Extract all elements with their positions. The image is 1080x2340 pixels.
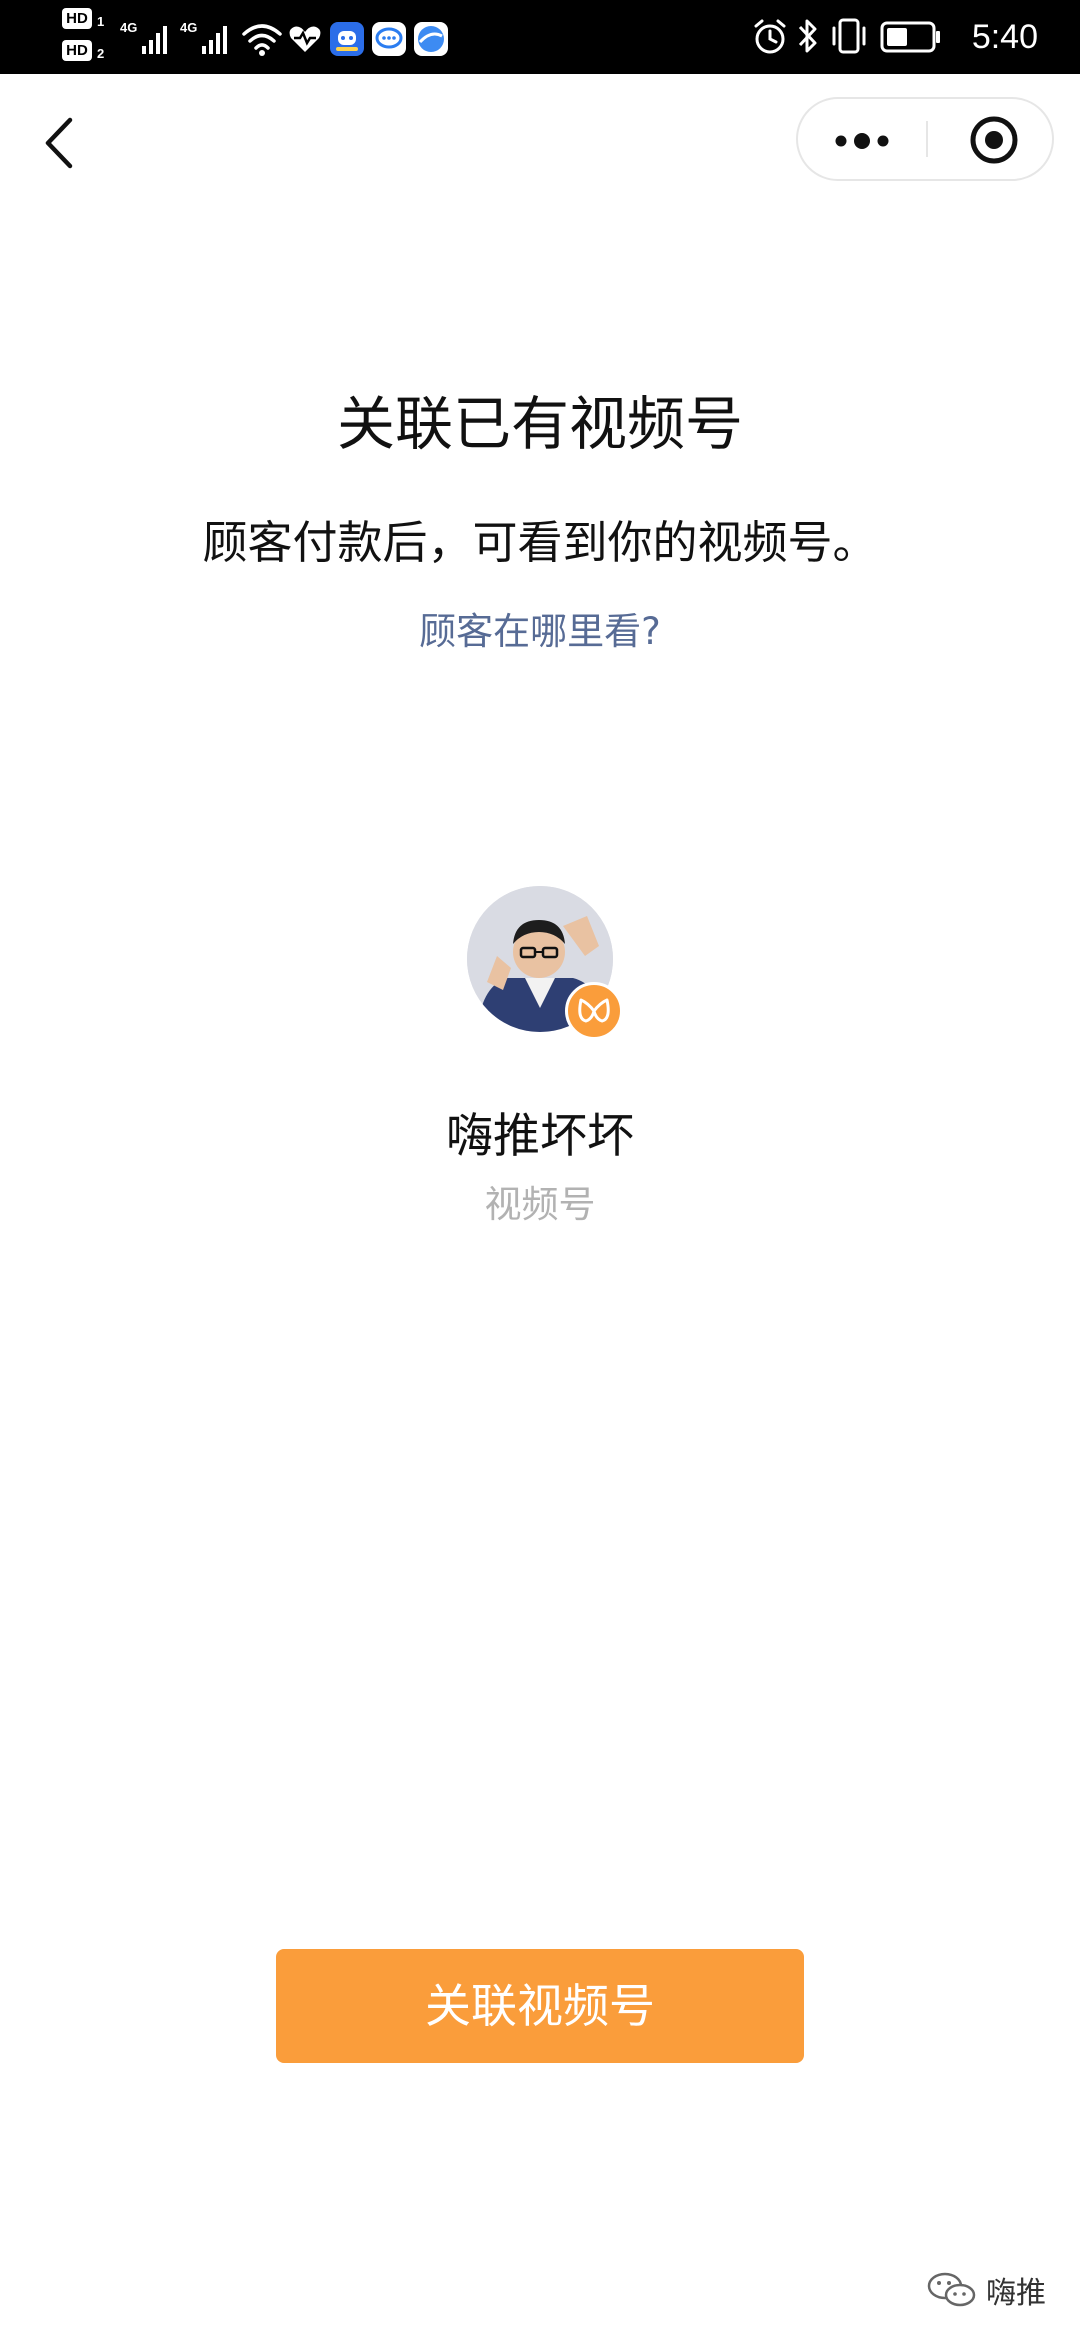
chat-icon [372,22,406,56]
more-button[interactable] [798,99,926,179]
status-bar: HD 1 HD 2 4G 4G 5:40 [0,0,1080,74]
app-icon-1 [330,22,364,56]
account-type: 视频号 [484,1183,596,1226]
battery-icon [880,21,940,53]
signal-bars-icon [142,26,167,54]
page-title: 关联已有视频号 [336,390,743,458]
health-icon [289,26,321,52]
signal-1: 4G [120,16,176,60]
mini-program-capsule [796,97,1054,181]
signal-2: 4G [180,16,236,60]
watermark: 嗨推 [926,2266,1046,2314]
hd-badge-1-num: 1 [97,14,105,29]
robot-icon [336,31,358,51]
channels-badge [565,982,623,1040]
status-time: 5:40 [971,18,1038,56]
link-channel-button[interactable]: 关联视频号 [276,1949,804,2063]
browser-icon [414,22,448,56]
close-button[interactable] [928,99,1052,179]
chevron-left-icon [45,117,73,169]
target-close-icon [970,116,1018,164]
back-button[interactable] [30,108,90,178]
screen: HD 1 HD 2 4G 4G 5:40 关联已有视频号 顾客付款后，可看到你的… [0,0,1080,2340]
hd-badge-2: HD [62,40,92,61]
hd-badge-2-num: 2 [97,46,105,61]
page-subtitle: 顾客付款后，可看到你的视频号。 [202,516,878,569]
vibrate-icon [832,18,866,54]
signal-bars-icon [202,26,227,54]
more-dots-icon [835,133,889,149]
channels-butterfly-icon [578,998,610,1023]
bluetooth-icon [798,19,817,53]
chat-bubble-icon [375,27,403,49]
watermark-text: 嗨推 [986,2276,1046,2311]
wifi-icon [242,24,282,56]
wechat-icon [927,2272,976,2307]
hd-indicators: HD 1 HD 2 [62,8,114,68]
globe-icon [418,26,444,52]
hd-badge-1: HD [62,8,92,29]
account-name: 嗨推坏坏 [446,1109,634,1164]
alarm-icon [754,19,786,54]
where-to-view-link[interactable]: 顾客在哪里看? [0,606,1080,658]
